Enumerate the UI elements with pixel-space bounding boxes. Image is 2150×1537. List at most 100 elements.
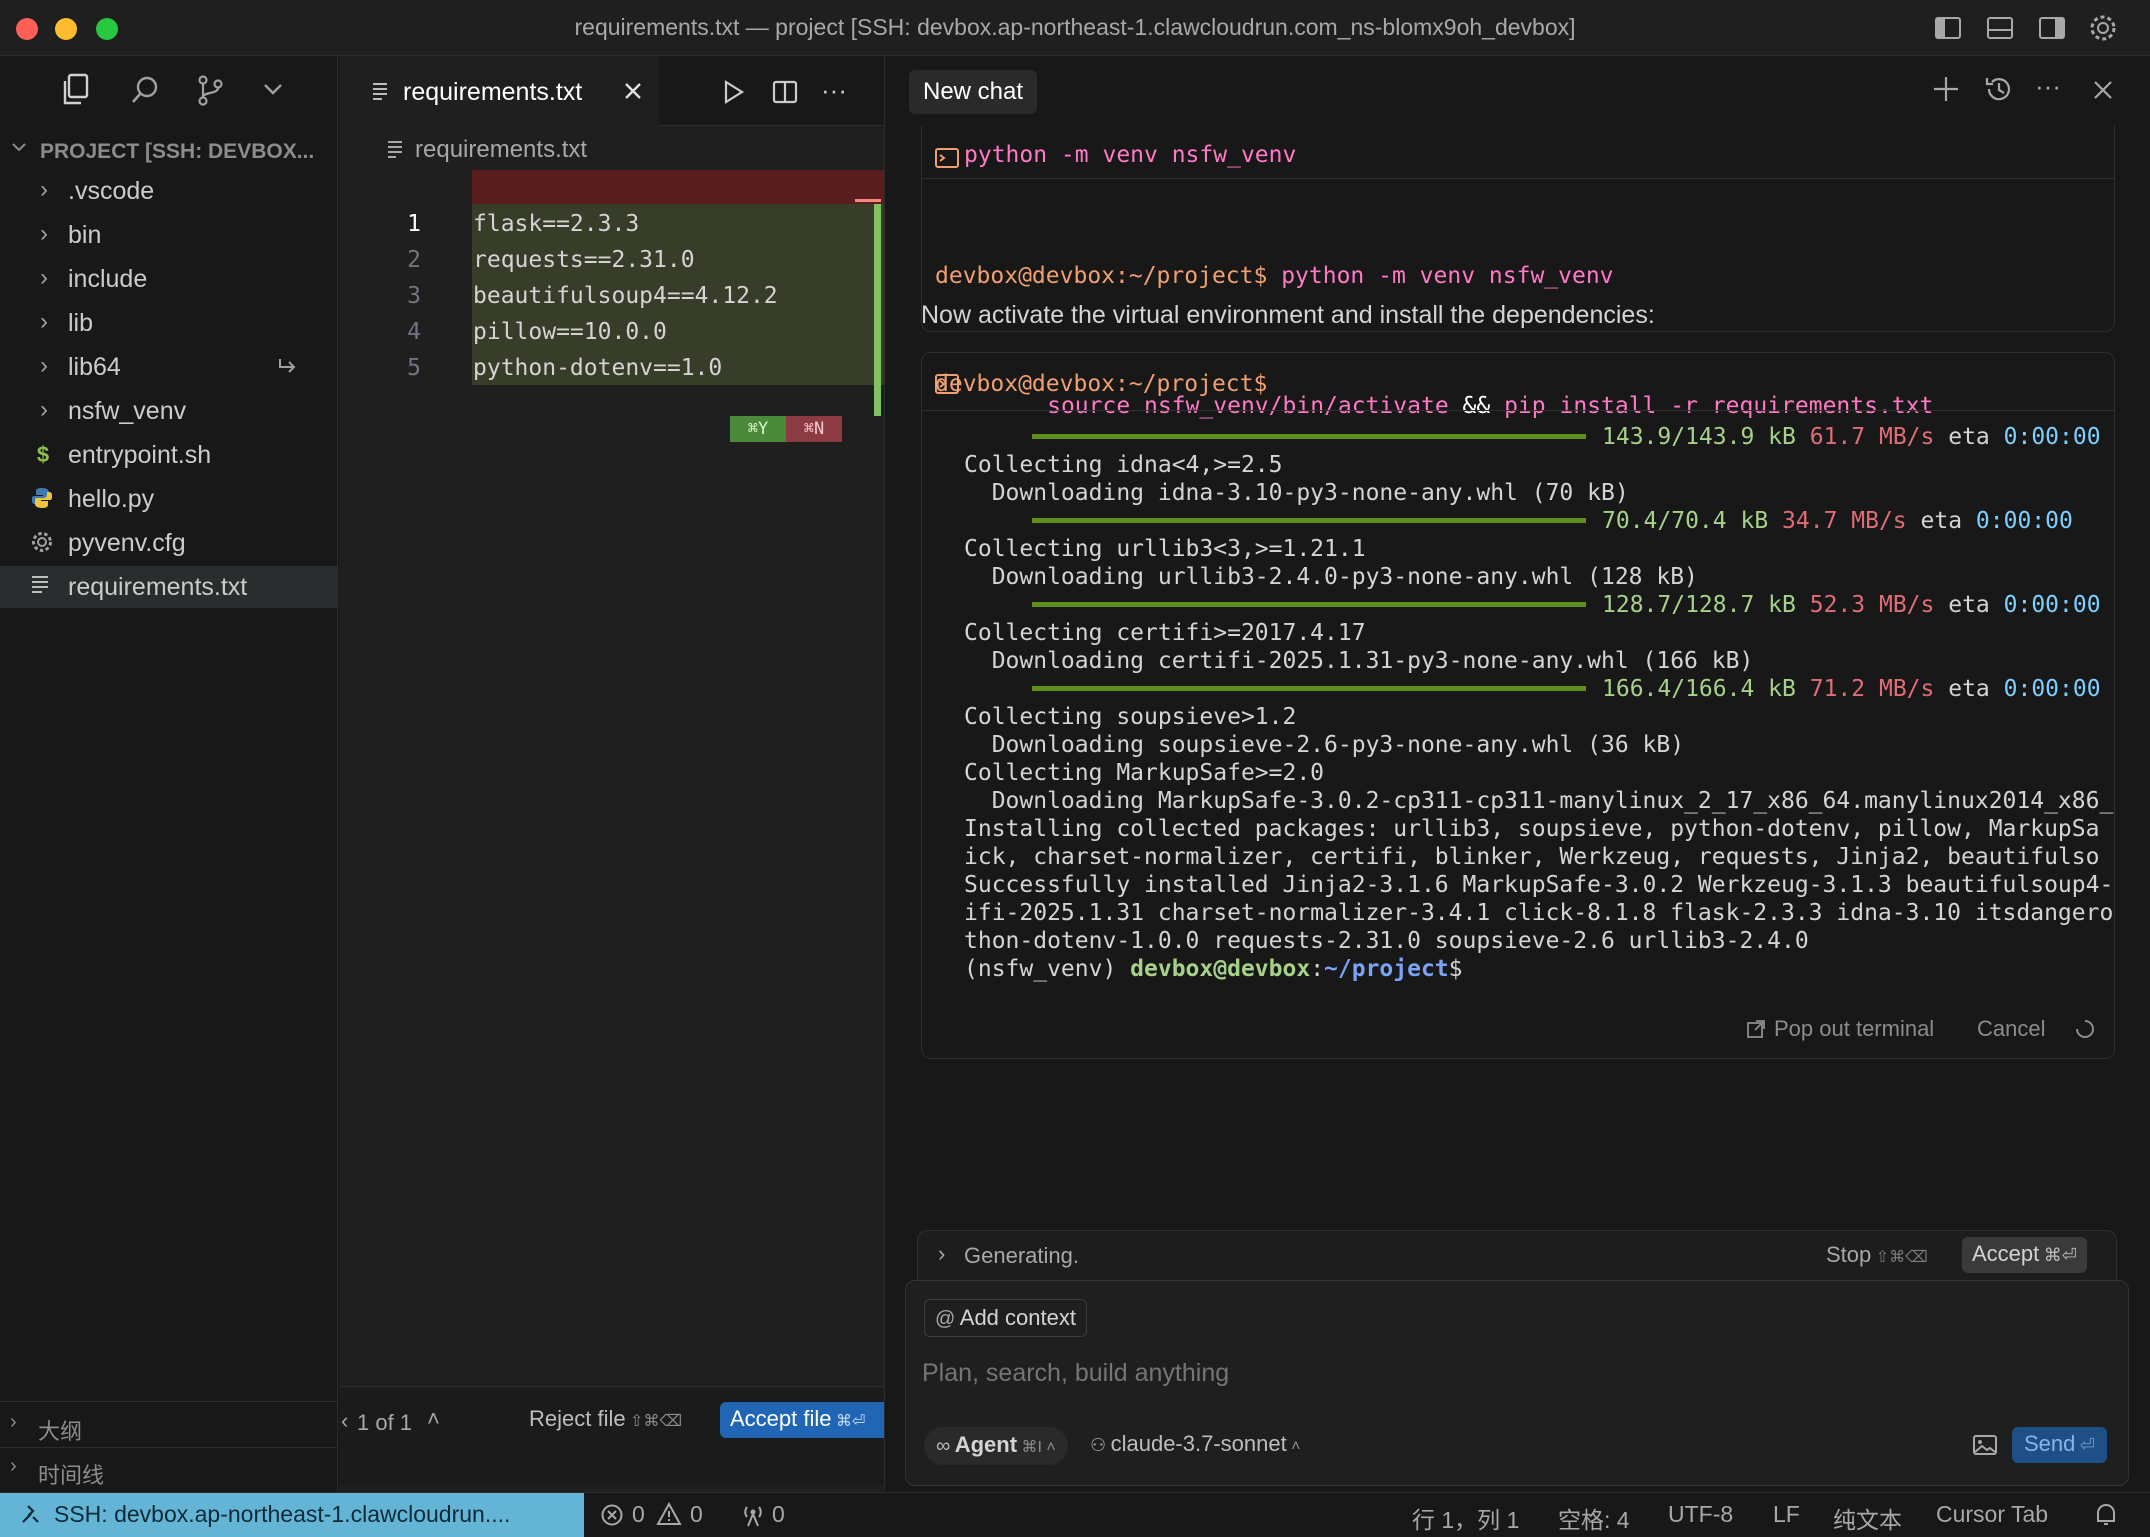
diff-next-chevron-icon[interactable]: ˄ (427, 1406, 440, 1432)
outline-section[interactable]: › 大纲 (10, 1409, 330, 1445)
tree-item-label: nsfw_venv (68, 397, 187, 425)
tree-item[interactable]: › include (0, 258, 338, 300)
reject-file-button[interactable]: Reject file ⇧⌘⌫ (529, 1406, 682, 1440)
ports-count[interactable]: 0 (772, 1501, 785, 1528)
remote-icon (20, 1503, 42, 1525)
image-attach-icon[interactable] (1972, 1433, 1998, 1457)
chat-input[interactable] (922, 1353, 2102, 1393)
search-icon[interactable] (130, 74, 162, 106)
terminal-output-line: Collecting idna<4,>=2.5 (964, 452, 1283, 478)
error-count[interactable]: 0 (632, 1501, 645, 1528)
download-progress-bar (1032, 434, 1586, 439)
infinity-icon: ∞ (936, 1435, 951, 1457)
indentation[interactable]: 空格: 4 (1558, 1501, 1630, 1535)
tree-item[interactable]: requirements.txt (0, 566, 338, 608)
diff-review-bar: ‹ 1 of 1 ˄ Reject file ⇧⌘⌫ Accept file ⌘… (339, 1388, 884, 1484)
notifications-bell-icon[interactable] (2094, 1502, 2118, 1528)
tab-new-chat[interactable]: New chat (909, 70, 1038, 114)
code-line[interactable]: 1 flask==2.3.3 (339, 206, 884, 242)
tree-item-label: requirements.txt (68, 573, 248, 601)
expand-chevron-icon[interactable]: › (938, 1241, 945, 1267)
tree-item[interactable]: › bin (0, 214, 338, 256)
encoding[interactable]: UTF-8 (1668, 1501, 1733, 1528)
tree-item[interactable]: › lib (0, 302, 338, 344)
terminal-output-line: Successfully installed Jinja2-3.1.6 Mark… (964, 872, 2114, 898)
download-progress-bar (1032, 518, 1586, 523)
tree-item[interactable]: › .vscode (0, 170, 338, 212)
code-line[interactable]: 5 python-dotenv==1.0 (339, 350, 884, 386)
more-views-chevron-down-icon[interactable] (260, 76, 286, 102)
timeline-section[interactable]: › 时间线 (10, 1453, 330, 1489)
line-number: 3 (407, 283, 421, 309)
explorer-root-header[interactable]: PROJECT [SSH: DEVBOX... (10, 134, 338, 170)
remote-indicator[interactable]: SSH: devbox.ap-northeast-1.clawcloudrun.… (0, 1493, 584, 1537)
agent-mode-selector[interactable]: ∞ Agent ⌘I ˄ (924, 1427, 1068, 1465)
at-icon: @ (935, 1308, 956, 1330)
code-line[interactable]: 3 beautifulsoup4==4.12.2 (339, 278, 884, 314)
toggle-secondary-sidebar-icon[interactable] (2038, 14, 2066, 42)
loading-spinner-icon (2075, 1019, 2095, 1039)
pop-out-terminal-button[interactable]: Pop out terminal (1774, 1016, 1934, 1042)
tree-item[interactable]: $ entrypoint.sh (0, 434, 338, 476)
send-button[interactable]: Send ⏎ (2012, 1427, 2107, 1463)
code-line[interactable]: 2 requests==2.31.0 (339, 242, 884, 278)
more-actions-icon[interactable]: ··· (821, 77, 847, 103)
terminal-prompt: (nsfw_venv) devbox@devbox:~/project$ (964, 956, 1463, 982)
model-selector[interactable]: ⚇ claude-3.7-sonnet ˄ (1090, 1431, 1301, 1457)
chat-history-icon[interactable] (1984, 74, 2014, 104)
chat-more-icon[interactable]: ··· (2035, 73, 2061, 99)
settings-gear-icon[interactable] (2088, 13, 2118, 43)
toggle-panel-icon[interactable] (1986, 14, 2014, 42)
line-ending[interactable]: LF (1773, 1501, 1800, 1528)
code-line[interactable]: 4 pillow==10.0.0 (339, 314, 884, 350)
explorer-files-icon[interactable] (60, 72, 100, 112)
accept-file-button[interactable]: Accept file ⌘⏎ (720, 1402, 884, 1438)
diff-prev-chevron-icon[interactable]: ‹ (341, 1408, 348, 1434)
explorer-sidebar: PROJECT [SSH: DEVBOX... › .vscode › bin › inc… (0, 56, 338, 1492)
stop-button[interactable]: Stop ⇧⌘⌫ (1826, 1242, 1928, 1268)
model-icon: ⚇ (1090, 1435, 1107, 1455)
tree-item[interactable]: hello.py (0, 478, 338, 520)
warning-count[interactable]: 0 (690, 1501, 703, 1528)
terminal-output-install: 143.9/143.9 kB 61.7 MB/s eta 0:00:00 Coll… (922, 353, 2114, 1058)
diff-removed-block (472, 170, 884, 204)
toggle-primary-sidebar-icon[interactable] (1934, 14, 1962, 42)
terminal-output-line: Collecting MarkupSafe>=2.0 (964, 760, 1325, 786)
chevron-right-icon: › (10, 1411, 17, 1433)
terminal-output-line: Downloading soupsieve-2.6-py3-none-any.w… (964, 732, 1685, 758)
terminal-output-line: Collecting certifi>=2017.4.17 (964, 620, 1366, 646)
cursor-position[interactable]: 行 1，列 1 (1412, 1501, 1519, 1535)
line-number: 1 (407, 211, 421, 237)
chevron-right-icon: › (40, 264, 48, 291)
cursor-tab[interactable]: Cursor Tab (1936, 1501, 2048, 1528)
close-chat-icon[interactable] (2091, 78, 2115, 102)
pop-out-icon (1746, 1019, 1766, 1039)
diff-nav-counter: 1 of 1 (357, 1410, 413, 1435)
download-progress-bar (1032, 686, 1586, 691)
run-play-icon[interactable] (719, 78, 747, 106)
terminal-output-line: Downloading certifi-2025.1.31-py3-none-a… (964, 648, 1754, 674)
close-tab-icon[interactable] (621, 79, 645, 103)
tree-item[interactable]: › lib64 (0, 346, 338, 388)
terminal-output-line: Downloading urllib3-2.4.0-py3-none-any.w… (964, 564, 1698, 590)
tab-requirements-txt[interactable]: requirements.txt (339, 56, 659, 126)
chevron-right-icon: › (40, 308, 48, 335)
progress-stats: 70.4/70.4 kB 34.7 MB/s eta 0:00:00 (1602, 508, 2073, 534)
new-chat-plus-icon[interactable] (1931, 74, 1961, 104)
cancel-command-button[interactable]: Cancel (1977, 1016, 2045, 1042)
assistant-message: Now activate the virtual environment and… (921, 301, 1655, 329)
tree-item-label: entrypoint.sh (68, 441, 212, 469)
tree-item[interactable]: pyvenv.cfg (0, 522, 338, 564)
tree-item[interactable]: › nsfw_venv (0, 390, 338, 432)
code-text: beautifulsoup4==4.12.2 (473, 283, 778, 309)
inline-accept-chip[interactable]: ⌘Y (730, 416, 786, 442)
split-editor-icon[interactable] (771, 78, 799, 106)
generating-status: Generating. (964, 1243, 1079, 1268)
source-control-icon[interactable] (194, 74, 226, 106)
language-mode[interactable]: 纯文本 (1833, 1501, 1902, 1535)
inline-reject-chip[interactable]: ⌘N (786, 416, 842, 442)
tree-item-label: bin (68, 221, 102, 249)
accept-button[interactable]: Accept ⌘⏎ (1962, 1237, 2087, 1273)
gear-icon (30, 530, 56, 556)
add-context-button[interactable]: @ Add context (924, 1299, 1087, 1337)
